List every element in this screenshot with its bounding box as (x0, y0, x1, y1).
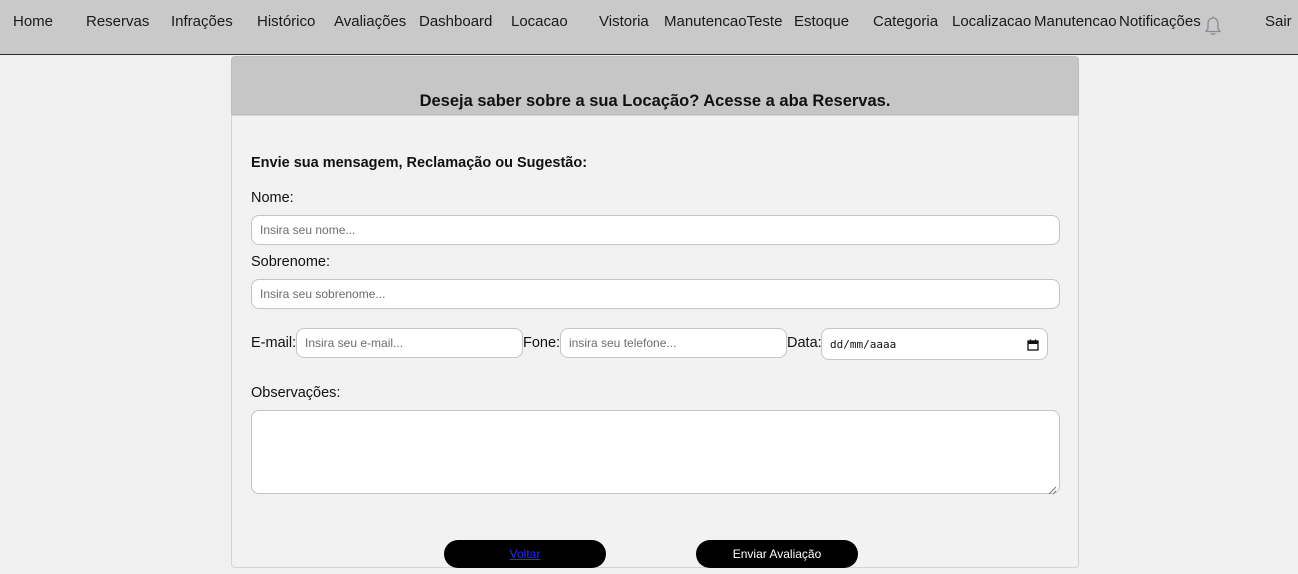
nav-item-locacao[interactable]: Locacao (511, 13, 568, 31)
nav-item-notificacoes[interactable]: Notificações (1119, 13, 1201, 31)
email-input[interactable] (296, 328, 523, 358)
nome-input[interactable] (251, 215, 1060, 245)
nav-item-manutencao[interactable]: Manutencao (1034, 13, 1117, 31)
date-placeholder: dd/mm/aaaa (830, 337, 897, 351)
observacoes-textarea[interactable] (251, 410, 1060, 495)
observacoes-label: Observações: (251, 385, 341, 401)
calendar-icon[interactable] (1027, 338, 1039, 351)
nav-item-manutencaoteste[interactable]: ManutencaoTeste (664, 13, 782, 31)
nav-item-sair[interactable]: Sair (1265, 13, 1292, 31)
form-heading: Envie sua mensagem, Reclamação ou Sugest… (251, 155, 588, 171)
nav-item-vistoria[interactable]: Vistoria (599, 13, 649, 31)
nav-item-infracoes[interactable]: Infrações (171, 13, 233, 31)
back-link[interactable]: Voltar (510, 547, 541, 561)
nav-item-avaliacoes[interactable]: Avaliações (334, 13, 406, 31)
nav-item-categoria[interactable]: Categoria (873, 13, 938, 31)
nav-item-reservas[interactable]: Reservas (86, 13, 149, 31)
feedback-form: Envie sua mensagem, Reclamação ou Sugest… (231, 115, 1079, 568)
banner-title: Deseja saber sobre a sua Locação? Acesse… (419, 92, 891, 110)
info-banner: Deseja saber sobre a sua Locação? Acesse… (231, 56, 1079, 115)
sobrenome-label: Sobrenome: (251, 254, 330, 270)
sobrenome-input[interactable] (251, 279, 1060, 309)
data-label: Data: (787, 335, 822, 351)
nome-label: Nome: (251, 190, 294, 206)
date-input[interactable]: dd/mm/aaaa (821, 328, 1048, 360)
nav-item-estoque[interactable]: Estoque (794, 13, 849, 31)
submit-button[interactable]: Enviar Avaliação (696, 540, 858, 568)
fone-input[interactable] (560, 328, 787, 358)
nav-item-home[interactable]: Home (13, 13, 53, 31)
back-button[interactable]: Voltar (444, 540, 606, 568)
fone-label: Fone: (523, 335, 561, 351)
nav-item-historico[interactable]: Histórico (257, 13, 315, 31)
resize-handle-icon[interactable] (1048, 482, 1057, 495)
top-navbar: Home Reservas Infrações Histórico Avalia… (0, 0, 1298, 55)
nav-item-dashboard[interactable]: Dashboard (419, 13, 492, 31)
nav-item-localizacao[interactable]: Localizacao (952, 13, 1031, 31)
email-label: E-mail: (251, 335, 297, 351)
bell-icon[interactable] (1202, 15, 1224, 37)
